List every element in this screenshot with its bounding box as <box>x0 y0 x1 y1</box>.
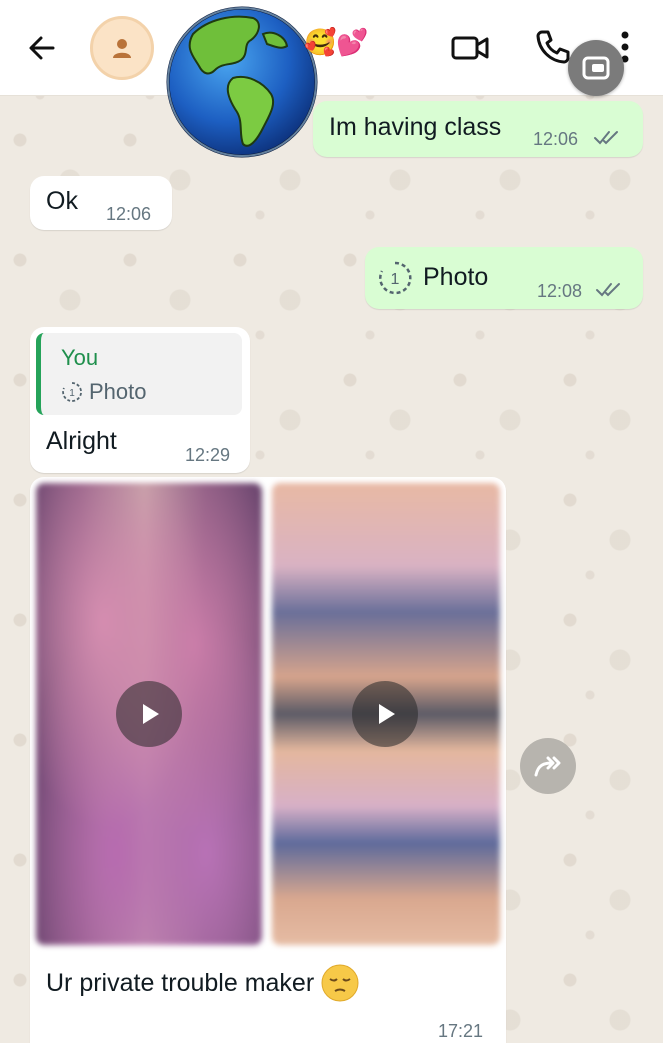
video-call-button[interactable] <box>450 30 490 66</box>
header-emoji: 🥰💕 <box>304 28 369 58</box>
pip-overlay-button[interactable] <box>568 40 624 96</box>
message-time: 12:29 <box>185 445 231 465</box>
message-time: 12:06 <box>533 129 579 149</box>
message-time: 17:21 <box>438 1021 484 1041</box>
contact-avatar[interactable] <box>90 16 154 80</box>
person-icon <box>113 39 131 58</box>
forward-icon <box>534 756 561 777</box>
pensive-face-emoji <box>321 964 359 1002</box>
quoted-body: 1 Photo <box>61 379 147 405</box>
incoming-message[interactable]: Ok 12:06 <box>30 176 172 230</box>
forward-button[interactable] <box>520 738 576 794</box>
message-time: 12:06 <box>106 204 152 224</box>
quoted-body-text: Photo <box>89 379 147 404</box>
double-check-icon <box>596 283 620 297</box>
voice-call-button[interactable] <box>534 28 572 66</box>
picture-in-picture-icon <box>582 56 610 80</box>
message-text: Ok <box>46 187 78 215</box>
double-check-icon <box>594 131 618 145</box>
play-icon[interactable] <box>116 681 182 747</box>
svg-text:1: 1 <box>391 271 400 288</box>
view-once-icon: 1 <box>62 382 82 402</box>
media-caption: Ur private trouble maker <box>46 963 360 1003</box>
svg-text:1: 1 <box>69 388 75 399</box>
quoted-message[interactable]: You 1 Photo <box>36 333 242 415</box>
caption-text: Ur private trouble maker <box>46 968 315 997</box>
message-text: Photo <box>423 263 489 291</box>
outgoing-view-once-photo[interactable]: 1 Photo 12:08 <box>365 247 643 309</box>
globe-sticker <box>166 6 318 158</box>
message-time: 12:08 <box>537 281 583 301</box>
incoming-reply-message[interactable]: You 1 Photo Alright 12:29 <box>30 327 250 473</box>
phone-icon <box>536 30 570 64</box>
incoming-media-message[interactable]: Ur private trouble maker 17:21 <box>30 477 506 1043</box>
view-once-icon: 1 <box>379 261 412 295</box>
message-text: Im having class <box>329 113 502 141</box>
back-button[interactable] <box>24 30 60 66</box>
outgoing-message[interactable]: Im having class 12:06 <box>313 101 643 157</box>
message-text: Alright <box>46 427 117 455</box>
video-camera-icon <box>451 36 489 60</box>
quoted-author: You <box>61 345 99 370</box>
arrow-left-icon <box>29 36 55 60</box>
play-icon[interactable] <box>352 681 418 747</box>
